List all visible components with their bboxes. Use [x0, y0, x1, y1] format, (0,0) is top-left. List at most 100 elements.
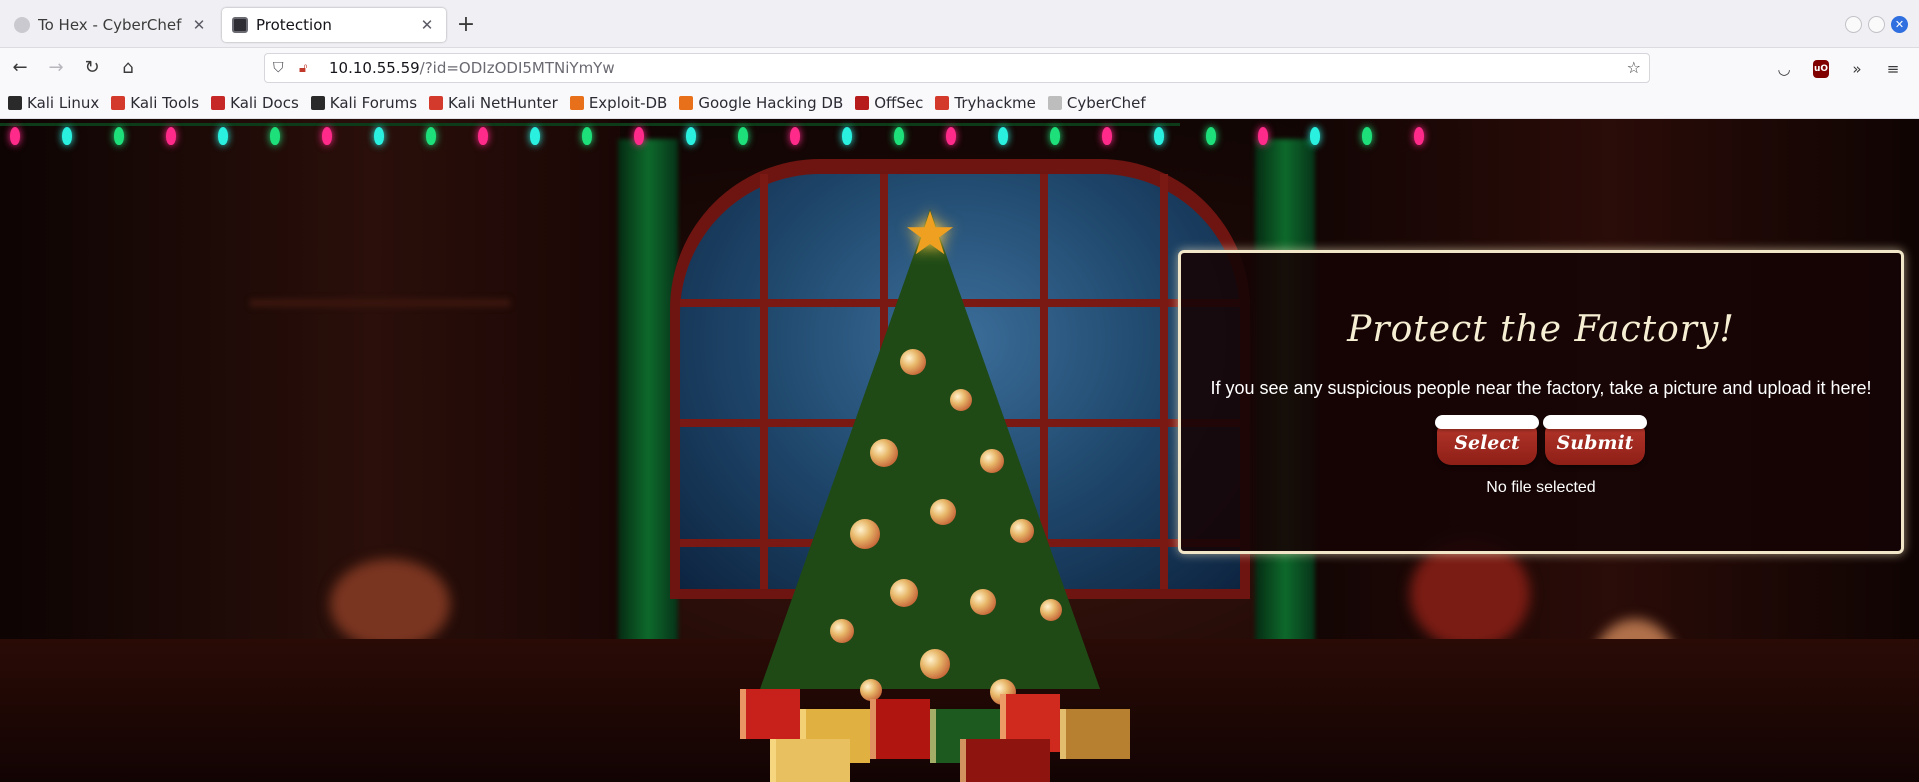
- button-row: Select Submit: [1181, 415, 1901, 465]
- ornament: [1010, 519, 1034, 543]
- light-bulb: [1050, 127, 1060, 145]
- address-bar[interactable]: ⛉ 🔓︎ 10.10.55.59 /?id=ODIzODI5MTNiYmYw ☆: [264, 53, 1650, 83]
- light-string-wire: [0, 123, 1180, 126]
- star-icon[interactable]: ☆: [1627, 58, 1641, 77]
- tab-label: Protection: [256, 16, 332, 34]
- light-bulb: [1258, 127, 1268, 145]
- bookmark-exploit-db[interactable]: Exploit-DB: [569, 93, 668, 112]
- bookmark-google-hacking-db[interactable]: Google Hacking DB: [679, 94, 843, 112]
- gift-box: [870, 699, 930, 759]
- bookmark-label: CyberChef: [1066, 93, 1146, 112]
- light-bulb: [1414, 127, 1424, 145]
- submit-button-label: Submit: [1556, 432, 1634, 454]
- bookmark-favicon-icon: [569, 95, 584, 110]
- home-icon[interactable]: ⌂: [114, 54, 142, 82]
- tree-star-icon: ★: [903, 199, 957, 269]
- arrow-right-icon[interactable]: →: [42, 54, 70, 82]
- arrow-left-icon[interactable]: ←: [6, 54, 34, 82]
- bookmark-label: Kali Forums: [329, 93, 418, 112]
- select-file-button[interactable]: Select: [1435, 415, 1539, 465]
- navigation-toolbar: ← → ↻ ⌂ ⛉ 🔓︎ 10.10.55.59 /?id=ODIzODI5MT…: [0, 48, 1919, 87]
- light-bulb: [322, 127, 332, 145]
- ornament: [950, 389, 972, 411]
- panel-title: Protect the Factory!: [1347, 309, 1735, 350]
- close-window-button[interactable]: ✕: [1891, 16, 1908, 33]
- light-bulb: [1206, 127, 1216, 145]
- light-bulb: [790, 127, 800, 145]
- bookmark-kali-nethunter[interactable]: Kali NetHunter: [429, 94, 558, 112]
- bookmark-favicon-icon: [111, 95, 126, 110]
- ornament: [970, 589, 996, 615]
- light-bulb: [426, 127, 436, 145]
- ornament: [920, 649, 950, 679]
- tab-strip: To Hex - CyberChef ✕ Protection ✕ + ✕: [0, 0, 1919, 48]
- background-decoration: [1410, 539, 1530, 649]
- terminal-favicon-icon: [232, 17, 248, 33]
- light-bulb: [894, 127, 904, 145]
- bookmark-favicon-icon: [310, 95, 325, 110]
- light-bulb: [738, 127, 748, 145]
- new-tab-button[interactable]: +: [452, 12, 480, 40]
- light-bulb: [1102, 127, 1112, 145]
- bookmark-favicon-icon: [679, 95, 694, 110]
- url-host: 10.10.55.59: [329, 59, 420, 77]
- bookmark-favicon-icon: [935, 95, 950, 110]
- bookmark-kali-tools[interactable]: Kali Tools: [111, 94, 199, 112]
- bookmark-label: Kali NetHunter: [448, 93, 558, 112]
- bookmark-offsec[interactable]: OffSec: [855, 94, 923, 112]
- gift-box: [740, 689, 800, 739]
- maximize-window-button[interactable]: [1868, 16, 1885, 33]
- background-shelf: [250, 299, 510, 307]
- ublock-icon[interactable]: uO: [1813, 60, 1829, 78]
- url-path: /?id=ODIzODI5MTNiYmYw: [419, 59, 615, 77]
- bookmark-label: Exploit-DB: [588, 93, 668, 112]
- ornament: [1040, 599, 1062, 621]
- background-decoration: [330, 559, 450, 649]
- close-tab-icon[interactable]: ✕: [418, 16, 436, 34]
- light-bulb: [582, 127, 592, 145]
- shield-icon[interactable]: ⛉: [273, 60, 291, 76]
- bookmark-tryhackme[interactable]: Tryhackme: [935, 93, 1036, 112]
- upload-panel: Protect the Factory! If you see any susp…: [1178, 250, 1904, 554]
- gift-box: [960, 739, 1050, 782]
- page-content: ★ Protect the Factory! If you see any su…: [0, 119, 1919, 782]
- cyberchef-favicon-icon: [14, 17, 30, 33]
- minimize-window-button[interactable]: [1845, 16, 1862, 33]
- gift-box: [1060, 709, 1130, 759]
- ornament: [890, 579, 918, 607]
- reload-icon[interactable]: ↻: [78, 54, 106, 82]
- ornament: [850, 519, 880, 549]
- panel-description: If you see any suspicious people near th…: [1210, 378, 1872, 398]
- bookmark-favicon-icon: [1047, 95, 1062, 110]
- ornament: [870, 439, 898, 467]
- light-bulb: [946, 127, 956, 145]
- bookmark-label: OffSec: [874, 93, 924, 112]
- light-bulb: [634, 127, 644, 145]
- pocket-icon[interactable]: ◡: [1773, 58, 1795, 80]
- bookmarks-toolbar: Kali Linux Kali Tools Kali Docs Kali Forums…: [0, 87, 1919, 119]
- submit-button[interactable]: Submit: [1543, 415, 1647, 465]
- close-tab-icon[interactable]: ✕: [190, 16, 208, 34]
- light-bulb: [270, 127, 280, 145]
- bookmark-favicon-icon: [855, 95, 870, 110]
- hamburger-menu-icon[interactable]: ≡: [1882, 58, 1904, 80]
- bookmark-kali-forums[interactable]: Kali Forums: [310, 93, 418, 112]
- insecure-lock-icon[interactable]: 🔓︎: [299, 61, 317, 76]
- light-bulb: [10, 127, 20, 145]
- light-bulb: [218, 127, 228, 145]
- tab-protection[interactable]: Protection ✕: [222, 8, 446, 42]
- bookmark-cyberchef[interactable]: CyberChef: [1047, 93, 1146, 112]
- bookmark-kali-docs[interactable]: Kali Docs: [211, 94, 299, 112]
- ornament: [900, 349, 926, 375]
- tab-cyberchef[interactable]: To Hex - CyberChef ✕: [4, 8, 218, 42]
- light-bulb: [374, 127, 384, 145]
- chevron-double-right-icon[interactable]: »: [1846, 58, 1868, 80]
- bookmark-label: Tryhackme: [954, 93, 1036, 112]
- bookmark-label: Kali Docs: [230, 93, 299, 112]
- ornament: [830, 619, 854, 643]
- light-bulb: [686, 127, 696, 145]
- bookmark-kali-linux[interactable]: Kali Linux: [8, 94, 99, 112]
- window-mullion: [1160, 174, 1168, 589]
- select-button-label: Select: [1454, 432, 1520, 454]
- tab-label: To Hex - CyberChef: [38, 16, 182, 34]
